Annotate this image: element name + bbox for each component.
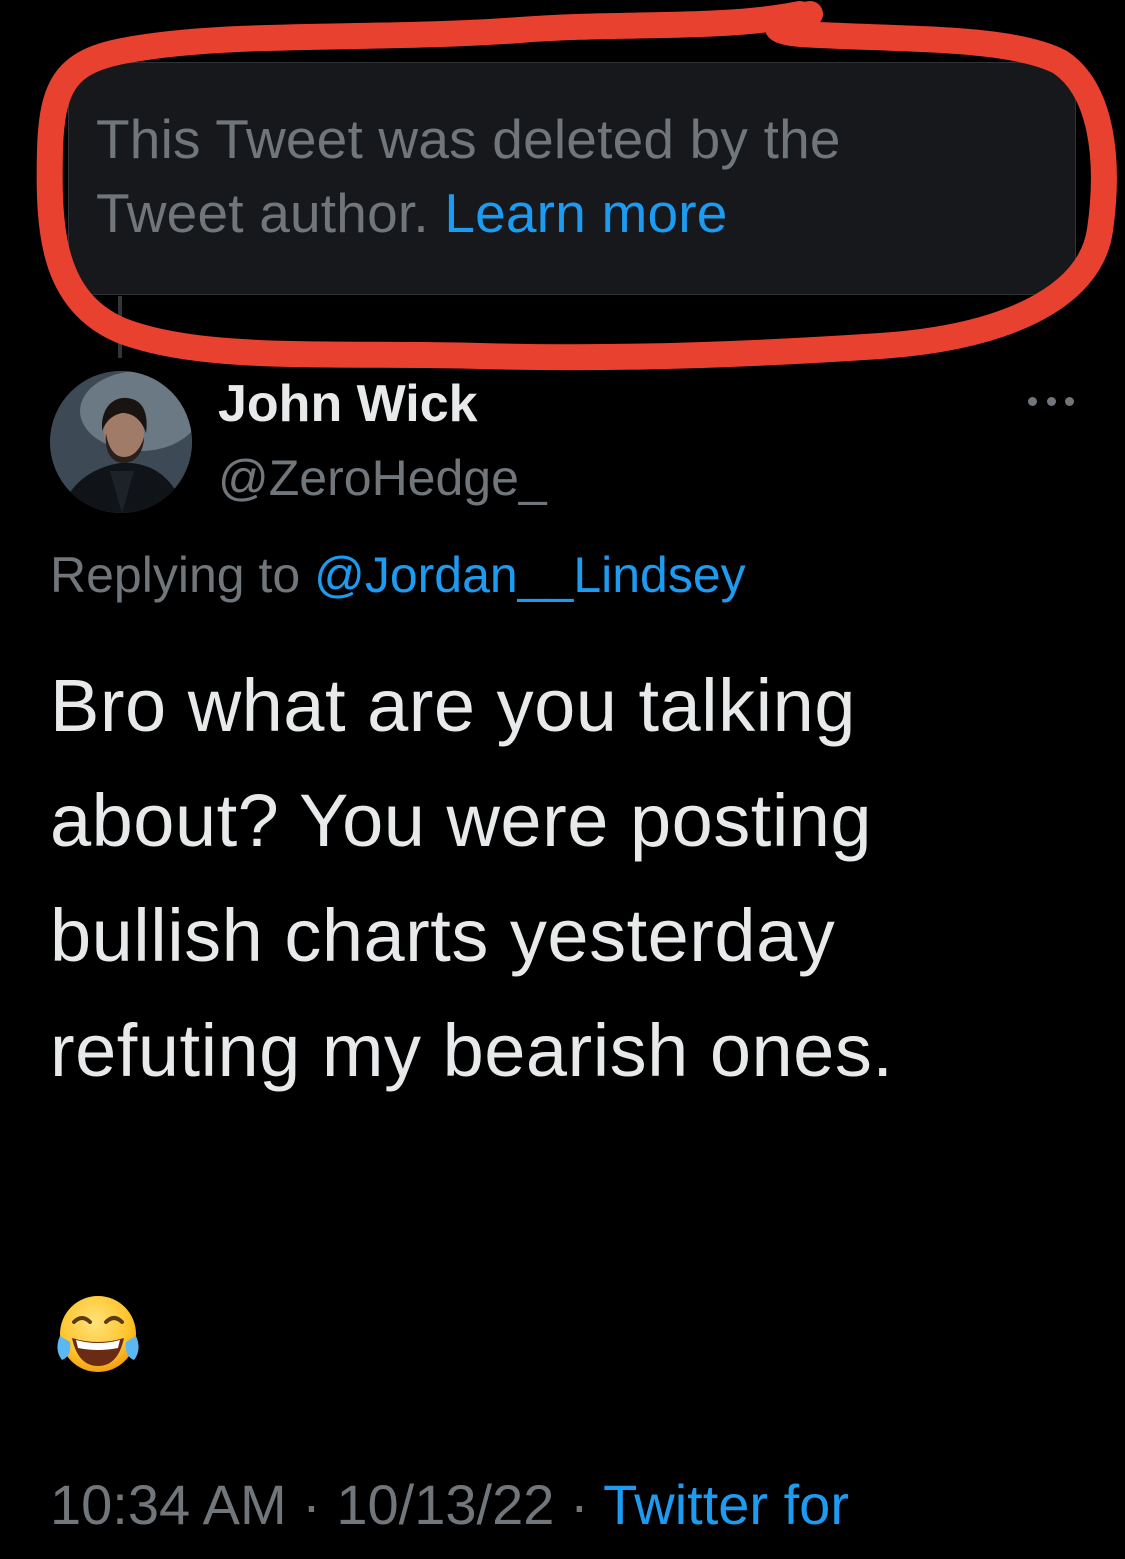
thread-connector-line	[118, 296, 122, 358]
tweet-source-link[interactable]: Twitter for	[603, 1473, 849, 1536]
avatar-image	[50, 371, 192, 513]
tweet-body: Bro what are you talking about? You were…	[50, 664, 894, 1092]
replying-to-mention[interactable]: @Jordan__Lindsey	[314, 547, 746, 603]
tweet-date[interactable]: 10/13/22	[336, 1473, 554, 1536]
tweet-meta: 10:34 AM · 10/13/22 · Twitter for	[50, 1468, 849, 1542]
tweet-time[interactable]: 10:34 AM	[50, 1473, 287, 1536]
replying-to-line: Replying to @Jordan__Lindsey	[50, 542, 746, 608]
more-options-icon[interactable]	[1028, 378, 1074, 424]
author-handle[interactable]: @ZeroHedge_	[218, 448, 547, 508]
author-display-name[interactable]: John Wick	[218, 372, 478, 436]
learn-more-link[interactable]: Learn more	[444, 182, 727, 244]
avatar[interactable]	[50, 371, 192, 513]
meta-separator: ·	[569, 1473, 589, 1536]
meta-separator: ·	[302, 1473, 321, 1536]
deleted-tweet-notice: This Tweet was deleted by the Tweet auth…	[96, 102, 996, 250]
more-dot	[1028, 396, 1037, 406]
laughing-emoji-icon	[57, 1296, 139, 1372]
replying-prefix: Replying to	[50, 547, 301, 603]
more-dot	[1046, 396, 1056, 406]
more-dot	[1065, 396, 1074, 406]
